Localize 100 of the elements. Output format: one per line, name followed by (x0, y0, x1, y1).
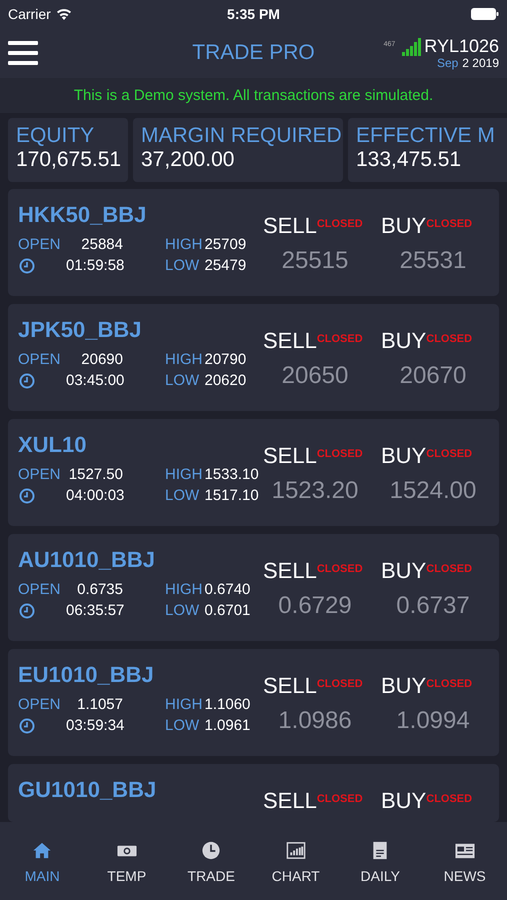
side-label: SELL (263, 673, 317, 699)
open-value: 1.1057 (76, 695, 123, 715)
open-label: OPEN (18, 465, 62, 485)
low-label: LOW (165, 256, 200, 276)
side-label: SELL (263, 213, 317, 239)
side-label: BUY (381, 213, 426, 239)
market-status: CLOSED (426, 563, 472, 575)
clock-icon (19, 718, 35, 734)
summary-label: EFFECTIVE M (356, 124, 496, 148)
low-label: LOW (165, 601, 200, 621)
quote-time: 03:59:34 (66, 716, 123, 736)
market-status: CLOSED (316, 448, 363, 460)
high-label: HIGH (165, 350, 202, 370)
date-day: 2 2019 (462, 56, 499, 70)
bar-chart-icon (284, 840, 307, 861)
clock-icon (19, 603, 35, 619)
tab-button[interactable]: DAILY (338, 822, 422, 884)
market-status: CLOSED (426, 678, 472, 690)
summary-value: 170,675.51 (16, 148, 122, 172)
low-label: LOW (165, 716, 200, 736)
quote-time: 06:35:57 (66, 601, 123, 621)
tab-button[interactable]: MAIN (0, 822, 84, 884)
carrier-name: Carrier (8, 6, 51, 22)
side-label: BUY (381, 673, 426, 699)
buy-price: 20670 (398, 362, 468, 390)
buy-price: 25531 (398, 247, 468, 275)
open-label: OPEN (18, 580, 62, 600)
battery-icon (471, 8, 499, 20)
high-label: HIGH (165, 580, 202, 600)
menu-icon (8, 41, 38, 65)
menu-button[interactable] (8, 41, 38, 65)
tab-button[interactable]: NEWS (422, 822, 507, 884)
market-status: CLOSED (426, 218, 472, 230)
wifi-icon (56, 8, 72, 20)
signal-icon (402, 38, 422, 56)
clock-time: 5:35 PM (226, 6, 281, 22)
high-label: HIGH (165, 235, 202, 255)
summary-label: MARGIN REQUIRED (141, 124, 343, 148)
side-label: SELL (263, 558, 317, 584)
quote-time: 01:59:58 (66, 256, 123, 276)
buy-price: 1.0994 (395, 707, 471, 735)
market-status: CLOSED (426, 333, 472, 345)
high-value: 1533.10 (204, 465, 259, 485)
tab-button[interactable]: TRADE (169, 822, 254, 884)
instrument-symbol: GU1010_BBJ (18, 776, 158, 804)
sell-price: 25515 (280, 247, 350, 275)
quote-time: 03:45:00 (66, 371, 123, 391)
clock-icon (19, 373, 35, 389)
low-label: LOW (165, 486, 200, 506)
sell-price: 1.0986 (277, 707, 353, 735)
low-label: LOW (165, 371, 200, 391)
sell-price: 1523.20 (270, 477, 360, 505)
market-status: CLOSED (316, 678, 363, 690)
tab-button[interactable]: TEMP (84, 822, 169, 884)
instrument-symbol: AU1010_BBJ (18, 546, 156, 574)
side-label: BUY (381, 443, 426, 469)
open-value: 25884 (80, 235, 123, 255)
high-value: 0.6740 (204, 580, 250, 600)
summary-value: 37,200.00 (141, 148, 236, 172)
low-value: 1517.10 (204, 486, 259, 506)
sell-price: 0.6729 (277, 592, 353, 620)
low-value: 0.6701 (204, 601, 250, 621)
app-title: TRADE PRO (192, 41, 315, 65)
buy-price: 0.6737 (395, 592, 471, 620)
low-value: 25479 (204, 256, 246, 276)
instrument-symbol: XUL10 (18, 431, 88, 459)
clock-icon (200, 840, 222, 861)
tab-button[interactable]: CHART (254, 822, 338, 884)
high-value: 20790 (204, 350, 246, 370)
market-status: CLOSED (316, 218, 363, 230)
instrument-symbol: EU1010_BBJ (18, 661, 155, 689)
demo-notice: This is a Demo system. All transactions are simulated. (74, 87, 434, 104)
low-value: 1.0961 (204, 716, 250, 736)
side-label: BUY (381, 328, 426, 354)
market-status: CLOSED (316, 333, 363, 345)
side-label: BUY (381, 788, 426, 814)
high-value: 25709 (204, 235, 246, 255)
summary-value: 133,475.51 (356, 148, 462, 172)
high-label: HIGH (165, 695, 202, 715)
summary-label: EQUITY (16, 124, 96, 148)
open-value: 0.6735 (76, 580, 123, 600)
side-label: SELL (263, 328, 317, 354)
open-label: OPEN (18, 695, 62, 715)
market-status: CLOSED (316, 563, 363, 575)
open-value: 20690 (80, 350, 123, 370)
market-status: CLOSED (316, 793, 363, 805)
high-value: 1.1060 (204, 695, 250, 715)
side-label: BUY (381, 558, 426, 584)
market-status: CLOSED (426, 793, 472, 805)
side-label: SELL (263, 788, 317, 814)
date-month: Sep (436, 56, 458, 70)
sell-price: 20650 (280, 362, 350, 390)
open-label: OPEN (18, 350, 62, 370)
instrument-symbol: HKK50_BBJ (18, 201, 148, 229)
buy-price: 1524.00 (388, 477, 478, 505)
quote-time: 04:00:03 (66, 486, 123, 506)
home-icon (31, 840, 54, 861)
side-label: SELL (263, 443, 317, 469)
account-id: RYL1026 (424, 36, 499, 56)
open-label: OPEN (18, 235, 62, 255)
